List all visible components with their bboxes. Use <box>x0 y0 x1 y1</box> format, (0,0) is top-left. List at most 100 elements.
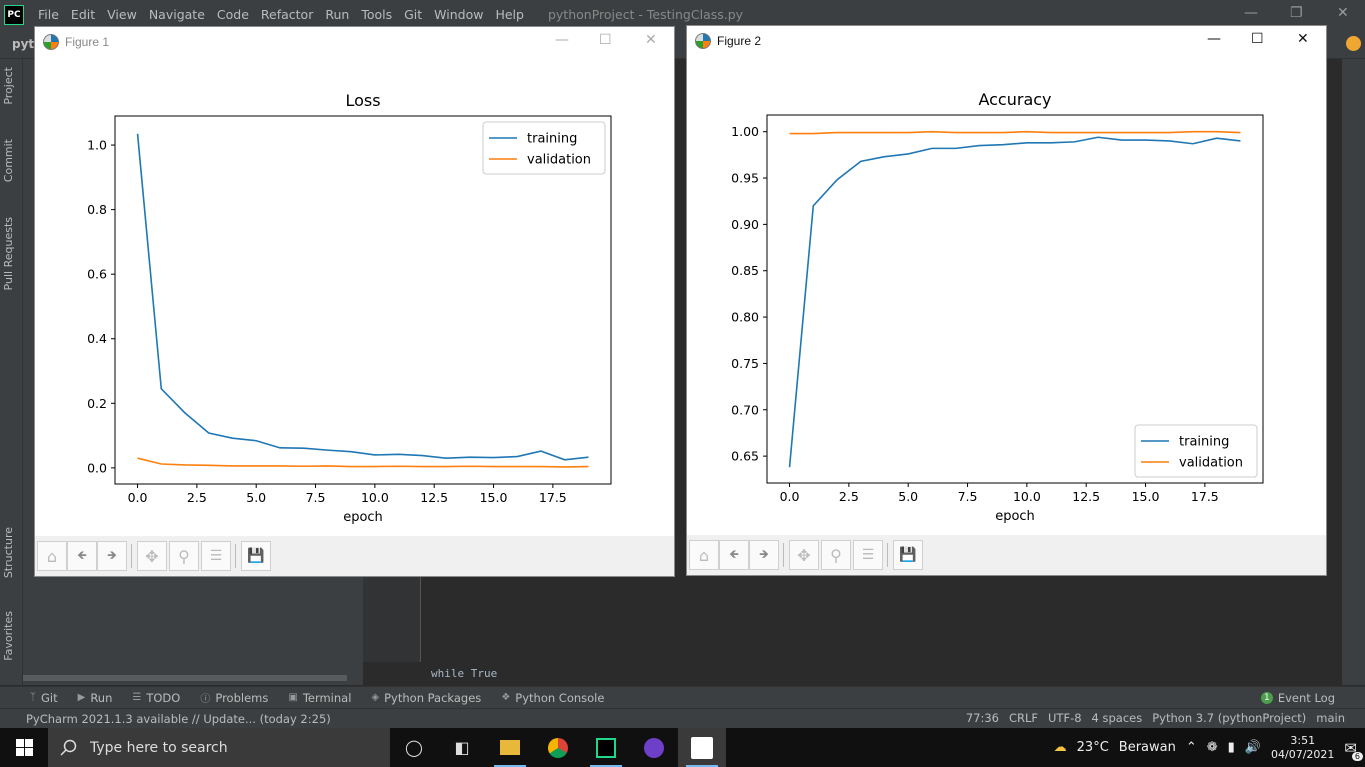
run-icon: ▶ <box>77 692 86 703</box>
menu-edit[interactable]: Edit <box>65 7 101 22</box>
y-tick-label: 0.4 <box>87 331 107 346</box>
tab-pull-requests[interactable]: Pull Requests <box>2 217 15 290</box>
home-button[interactable]: ⌂ <box>689 540 719 570</box>
menu-tools[interactable]: Tools <box>355 7 398 22</box>
chrome-icon[interactable] <box>534 728 582 767</box>
menu-window[interactable]: Window <box>428 7 489 22</box>
start-button[interactable] <box>0 728 48 767</box>
home-button[interactable]: ⌂ <box>37 541 67 571</box>
weather-icon[interactable]: ☁ <box>1054 740 1067 755</box>
network-icon[interactable]: ❁ <box>1207 740 1218 755</box>
x-axis-label: epoch <box>343 510 383 525</box>
matplotlib-taskbar-icon[interactable] <box>678 728 726 767</box>
github-desktop-icon[interactable] <box>630 728 678 767</box>
tab-favorites[interactable]: Favorites <box>2 611 15 661</box>
zoom-icon: ⚲ <box>830 545 842 565</box>
update-icon[interactable] <box>1346 36 1361 51</box>
tool-tab-label: Run <box>90 690 113 705</box>
menu-file[interactable]: File <box>32 7 65 22</box>
forward-button[interactable]: 🡺 <box>97 541 127 571</box>
file-explorer-icon[interactable] <box>486 728 534 767</box>
tray-chevron-icon[interactable]: ⌃ <box>1186 740 1197 755</box>
volume-icon[interactable]: 🔊 <box>1245 740 1261 755</box>
zoom-button[interactable]: ⚲ <box>821 540 851 570</box>
ide-minimize-icon[interactable]: — <box>1244 5 1258 21</box>
status-line-separator[interactable]: CRLF <box>1009 711 1038 725</box>
figure-1-title: Figure 1 <box>65 35 110 49</box>
legend-label: validation <box>1179 456 1243 471</box>
system-tray: ☁ 23°C Berawan ⌃ ❁ ▮ 🔊 3:51 04/07/2021 ✉… <box>1054 728 1365 767</box>
menu-view[interactable]: View <box>101 7 143 22</box>
y-tick-label: 0.85 <box>731 263 759 278</box>
series-line-validation <box>789 130 1241 135</box>
project-scrollbar[interactable] <box>23 675 347 681</box>
figure-1-close-icon[interactable]: ✕ <box>645 32 657 48</box>
status-bar: PyCharm 2021.1.3 available // Update... … <box>0 708 1365 728</box>
pan-button[interactable]: ✥ <box>137 541 167 571</box>
weather-temp[interactable]: 23°C <box>1077 740 1109 755</box>
tool-tab-python-console[interactable]: ❖ Python Console <box>501 691 604 705</box>
figure-1-minimize-icon[interactable]: — <box>555 32 569 48</box>
menu-navigate[interactable]: Navigate <box>143 7 211 22</box>
status-indent[interactable]: 4 spaces <box>1092 711 1143 725</box>
x-tick-label: 7.5 <box>306 490 326 505</box>
cortana-icon[interactable]: ◯ <box>390 728 438 767</box>
tool-tab-python-packages[interactable]: ◈ Python Packages <box>371 691 481 705</box>
windows-taskbar: Type here to search ◯ ◧ ☁ 23°C Berawan ⌃… <box>0 728 1365 767</box>
ide-restore-icon[interactable]: ❐ <box>1290 5 1303 21</box>
arrow-left-icon: 🡸 <box>729 546 739 561</box>
tool-tab-terminal[interactable]: ▣ Terminal <box>288 691 351 705</box>
menu-git[interactable]: Git <box>398 7 428 22</box>
notification-icon[interactable]: ✉ 6 <box>1344 739 1363 761</box>
menu-refactor[interactable]: Refactor <box>255 7 319 22</box>
x-tick-label: 0.0 <box>780 489 800 504</box>
back-button[interactable]: 🡸 <box>67 541 97 571</box>
tab-project[interactable]: Project <box>2 67 15 105</box>
menu-code[interactable]: Code <box>211 7 255 22</box>
tab-commit[interactable]: Commit <box>2 139 15 182</box>
status-message[interactable]: PyCharm 2021.1.3 available // Update... … <box>26 712 331 726</box>
clock-time: 3:51 <box>1290 733 1316 747</box>
configure-button[interactable]: ☰ <box>201 541 231 571</box>
zoom-button[interactable]: ⚲ <box>169 541 199 571</box>
figure-2-maximize-icon[interactable]: ☐ <box>1251 31 1264 47</box>
ide-close-icon[interactable]: ✕ <box>1337 5 1349 21</box>
tool-tab-git[interactable]: ᛉ Git <box>30 691 58 705</box>
figure-2-close-icon[interactable]: ✕ <box>1297 31 1309 47</box>
menu-help[interactable]: Help <box>489 7 530 22</box>
x-tick-label: 5.0 <box>246 490 266 505</box>
status-interpreter[interactable]: Python 3.7 (pythonProject) <box>1152 711 1306 725</box>
figure-2-titlebar[interactable]: Figure 2 — ☐ ✕ <box>687 26 1326 56</box>
legend-label: validation <box>527 153 591 168</box>
weather-text[interactable]: Berawan <box>1119 740 1176 755</box>
figure-1-toolbar: ⌂ 🡸 🡺 ✥ ⚲ ☰ 💾 <box>35 536 674 576</box>
series-line-training <box>136 133 589 461</box>
figure-2-minimize-icon[interactable]: — <box>1207 31 1221 47</box>
status-branch[interactable]: main <box>1316 711 1345 725</box>
event-log-button[interactable]: 1 Event Log <box>1260 691 1335 705</box>
pycharm-taskbar-icon[interactable] <box>582 728 630 767</box>
x-tick-label: 12.5 <box>1072 489 1100 504</box>
pan-button[interactable]: ✥ <box>789 540 819 570</box>
pycharm-logo-icon: PC <box>4 4 24 25</box>
taskbar-search[interactable]: Type here to search <box>48 728 390 767</box>
task-view-icon[interactable]: ◧ <box>438 728 486 767</box>
tool-tab-run[interactable]: ▶ Run <box>78 691 113 705</box>
configure-button[interactable]: ☰ <box>853 540 883 570</box>
y-tick-label: 0.70 <box>731 402 759 417</box>
status-cursor-position[interactable]: 77:36 <box>966 711 999 725</box>
tool-tab-problems[interactable]: ⓘ Problems <box>200 690 268 706</box>
status-encoding[interactable]: UTF-8 <box>1048 711 1082 725</box>
tab-structure[interactable]: Structure <box>2 527 15 578</box>
clock[interactable]: 3:51 04/07/2021 <box>1271 734 1334 762</box>
figure-1-titlebar[interactable]: Figure 1 — ☐ ✕ <box>35 27 674 57</box>
back-button[interactable]: 🡸 <box>719 540 749 570</box>
figure-1-maximize-icon[interactable]: ☐ <box>599 32 612 48</box>
editor-code-line[interactable]: while True <box>431 667 497 680</box>
tool-tab-todo[interactable]: ☰ TODO <box>132 691 180 705</box>
battery-icon[interactable]: ▮ <box>1228 740 1235 755</box>
save-button[interactable]: 💾 <box>893 540 923 570</box>
menu-run[interactable]: Run <box>319 7 355 22</box>
save-button[interactable]: 💾 <box>241 541 271 571</box>
forward-button[interactable]: 🡺 <box>749 540 779 570</box>
